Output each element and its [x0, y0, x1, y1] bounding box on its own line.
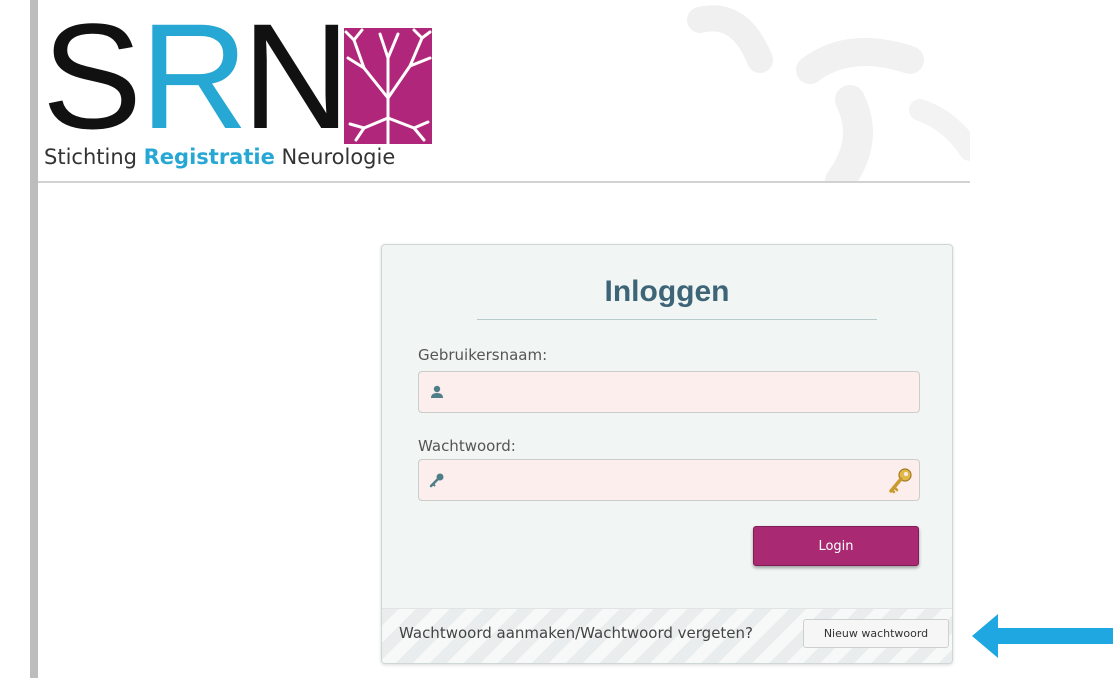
header-decoration [687, 5, 970, 181]
logo-letter-r: R [140, 0, 248, 160]
logo-subtitle-pre: Stichting [44, 145, 144, 169]
password-help-text: Wachtwoord aanmaken/Wachtwoord vergeten? [399, 624, 754, 642]
username-input[interactable] [457, 372, 881, 414]
login-button[interactable]: Login [753, 526, 919, 566]
username-label: Gebruikersnaam: [418, 346, 548, 364]
password-manager-key-icon[interactable] [885, 466, 915, 496]
panel-footer: Wachtwoord aanmaken/Wachtwoord vergeten?… [382, 608, 952, 663]
left-gutter [0, 0, 38, 678]
key-icon [429, 473, 444, 488]
login-panel: Inloggen Gebruikersnaam: Wachtwoord: Log… [381, 244, 953, 664]
logo-subtitle-highlight: Registratie [143, 145, 275, 169]
logo-tree-icon [344, 28, 432, 144]
new-password-button[interactable]: Nieuw wachtwoord [803, 619, 949, 648]
password-label: Wachtwoord: [418, 437, 516, 455]
logo-subtitle-post: Neurologie [274, 145, 396, 169]
title-divider [477, 319, 877, 320]
arrow-left-icon [972, 614, 1113, 658]
login-title: Inloggen [604, 275, 730, 308]
username-field-wrapper [418, 371, 920, 414]
password-field-wrapper [418, 459, 920, 502]
logo-subtitle: Stichting Registratie Neurologie [44, 145, 395, 169]
logo-letter-s: S [42, 0, 142, 160]
password-input[interactable] [457, 460, 881, 502]
site-header: S R N Stichting Registratie Neurologie [38, 0, 970, 183]
user-icon [431, 385, 443, 398]
logo-letter-n: N [242, 0, 350, 160]
